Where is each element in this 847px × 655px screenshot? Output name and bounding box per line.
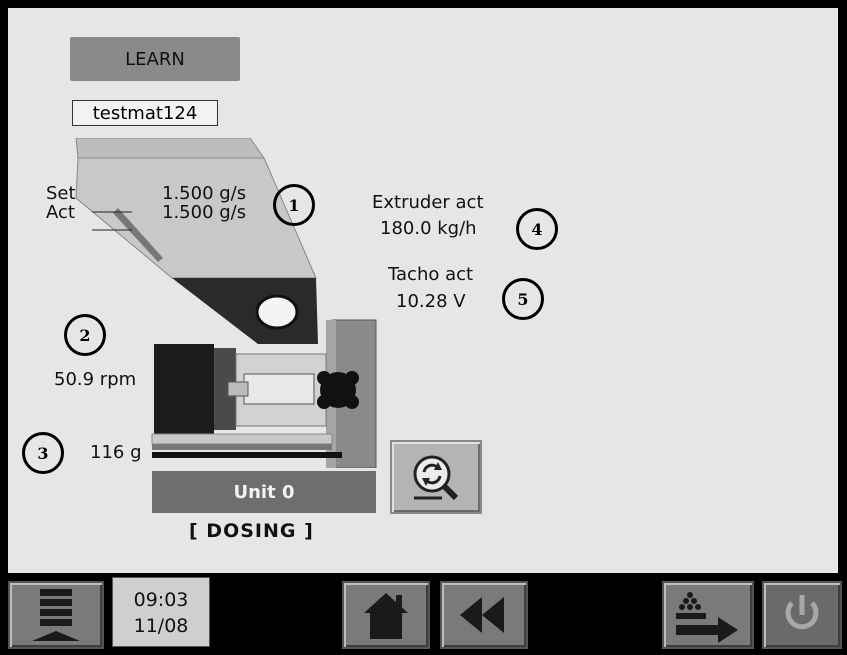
- hmi-screen: LEARN testmat124 Set Act 1.500 g/s 1.500…: [8, 8, 838, 573]
- clock-date: 11/08: [133, 615, 189, 637]
- clock-time: 09:03: [133, 589, 189, 611]
- callout-4: 4: [516, 208, 558, 250]
- power-icon: [785, 595, 819, 630]
- set-value: 1.500 g/s: [162, 183, 247, 204]
- material-name-field[interactable]: testmat124: [72, 100, 218, 126]
- zoom-refresh-icon: [413, 455, 459, 501]
- unit-bar[interactable]: Unit 0: [152, 471, 376, 513]
- menu-stack-icon: [32, 589, 80, 641]
- back-button[interactable]: [440, 581, 528, 649]
- set-label: Set: [46, 183, 76, 204]
- callout-1: 1: [273, 184, 315, 226]
- tacho-label: Tacho act: [388, 264, 474, 285]
- menu-button[interactable]: [8, 581, 104, 649]
- tacho-value: 10.28 V: [396, 291, 466, 312]
- callout-5: 5: [502, 278, 544, 320]
- extruder-value: 180.0 kg/h: [380, 218, 477, 239]
- material-transfer-button[interactable]: [662, 581, 754, 649]
- dosing-status: [ DOSING ]: [189, 520, 314, 542]
- home-icon: [364, 593, 408, 639]
- weight-value: 116 g: [90, 442, 142, 463]
- home-button[interactable]: [342, 581, 430, 649]
- act-label: Act: [46, 202, 75, 223]
- extruder-label: Extruder act: [372, 192, 484, 213]
- learn-button[interactable]: LEARN: [70, 37, 240, 81]
- callout-3: 3: [22, 432, 64, 474]
- callout-2: 2: [64, 314, 106, 356]
- material-transfer-icon: [676, 592, 738, 643]
- zoom-button[interactable]: [390, 440, 482, 514]
- rewind-icon: [460, 597, 504, 633]
- motor-speed: 50.9 rpm: [54, 369, 137, 390]
- clock-display: 09:03 11/08: [112, 577, 210, 647]
- act-value: 1.500 g/s: [162, 202, 247, 223]
- power-button[interactable]: [762, 581, 842, 649]
